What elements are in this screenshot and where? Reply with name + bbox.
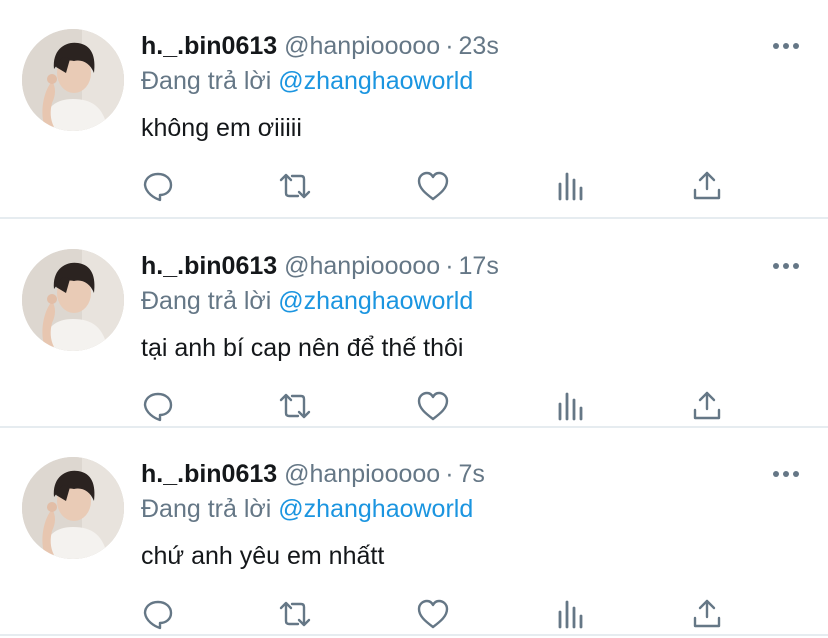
separator-dot: · [445,252,454,280]
timestamp[interactable]: 17s [459,252,499,280]
more-horizontal-icon[interactable] [770,38,802,54]
avatar-photo [22,457,124,559]
tweet-header: h._.bin0613 @hanpiooooo · 7s [141,458,485,490]
tweet-text: tại anh bí cap nên để thế thôi [141,334,464,362]
user-handle[interactable]: @hanpiooooo [284,460,440,488]
user-handle[interactable]: @hanpiooooo [284,32,440,60]
reply-context: Đang trả lời @zhanghaoworld [141,285,473,317]
analytics-icon[interactable] [553,596,589,632]
display-name[interactable]: h._.bin0613 [141,252,277,280]
user-handle[interactable]: @hanpiooooo [284,252,440,280]
retweet-icon[interactable] [277,388,313,424]
reply-prefix: Đang trả lời [141,495,272,523]
analytics-icon[interactable] [553,388,589,424]
separator-dot: · [445,460,454,488]
reply-prefix: Đang trả lời [141,67,272,95]
reply-context: Đang trả lời @zhanghaoworld [141,65,473,97]
avatar-photo [22,29,124,131]
reply-context: Đang trả lời @zhanghaoworld [141,493,473,525]
tweet-header: h._.bin0613 @hanpiooooo · 17s [141,250,499,282]
retweet-icon[interactable] [277,168,313,204]
tweet-header: h._.bin0613 @hanpiooooo · 23s [141,30,499,62]
reply-mention-link[interactable]: @zhanghaoworld [278,67,473,95]
more-horizontal-icon[interactable] [770,466,802,482]
reply-prefix: Đang trả lời [141,287,272,315]
timestamp[interactable]: 7s [459,460,485,488]
display-name[interactable]: h._.bin0613 [141,32,277,60]
display-name[interactable]: h._.bin0613 [141,460,277,488]
avatar-photo [22,249,124,351]
retweet-icon[interactable] [277,596,313,632]
share-icon[interactable] [689,596,725,632]
heart-icon[interactable] [415,388,451,424]
tweet[interactable]: h._.bin0613 @hanpiooooo · 7s Đang trả lời … [0,428,828,635]
tweet-feed: h._.bin0613 @hanpiooooo · 23s Đang trả lời… [0,0,828,638]
share-icon[interactable] [689,168,725,204]
tweet[interactable]: h._.bin0613 @hanpiooooo · 17s Đang trả lời… [0,220,828,427]
share-icon[interactable] [689,388,725,424]
reply-mention-link[interactable]: @zhanghaoworld [278,287,473,315]
tweet-divider [0,634,828,636]
reply-icon[interactable] [140,388,176,424]
reply-mention-link[interactable]: @zhanghaoworld [278,495,473,523]
separator-dot: · [445,32,454,60]
avatar[interactable] [22,249,124,351]
heart-icon[interactable] [415,168,451,204]
avatar[interactable] [22,29,124,131]
reply-icon[interactable] [140,596,176,632]
reply-icon[interactable] [140,168,176,204]
analytics-icon[interactable] [553,168,589,204]
heart-icon[interactable] [415,596,451,632]
tweet-text: không em ơiiiii [141,114,302,142]
avatar[interactable] [22,457,124,559]
tweet-divider [0,217,828,219]
tweet[interactable]: h._.bin0613 @hanpiooooo · 23s Đang trả lời… [0,0,828,207]
timestamp[interactable]: 23s [459,32,499,60]
more-horizontal-icon[interactable] [770,258,802,274]
tweet-text: chứ anh yêu em nhấtt [141,542,385,570]
